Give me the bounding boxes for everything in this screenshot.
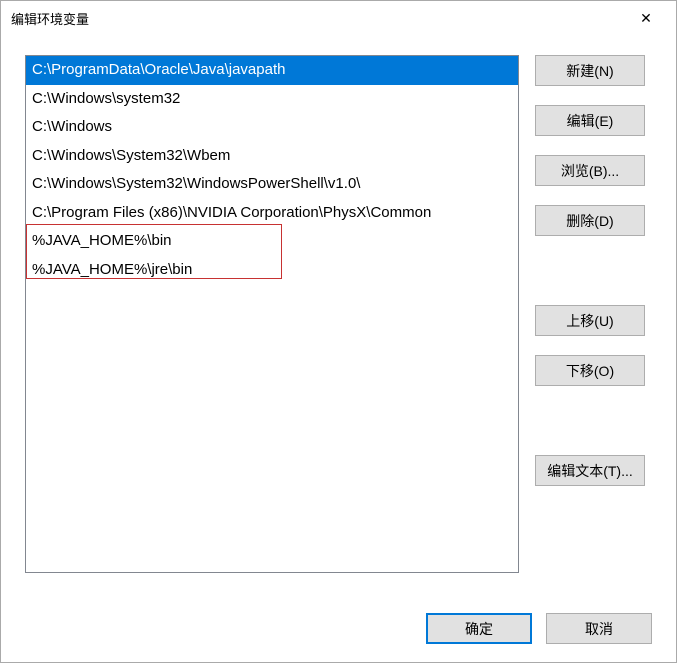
ok-button[interactable]: 确定 bbox=[426, 613, 532, 644]
path-list[interactable]: C:\ProgramData\Oracle\Java\javapathC:\Wi… bbox=[25, 55, 519, 573]
close-icon: ✕ bbox=[640, 11, 652, 25]
list-item[interactable]: %JAVA_HOME%\jre\bin bbox=[26, 256, 518, 285]
list-item[interactable]: C:\Windows\System32\Wbem bbox=[26, 142, 518, 171]
edittext-button[interactable]: 编辑文本(T)... bbox=[535, 455, 645, 486]
delete-button[interactable]: 删除(D) bbox=[535, 205, 645, 236]
list-item[interactable]: C:\Windows\system32 bbox=[26, 85, 518, 114]
edit-button[interactable]: 编辑(E) bbox=[535, 105, 645, 136]
list-item[interactable]: C:\Program Files (x86)\NVIDIA Corporatio… bbox=[26, 199, 518, 228]
list-item[interactable]: C:\ProgramData\Oracle\Java\javapath bbox=[26, 56, 518, 85]
cancel-button[interactable]: 取消 bbox=[546, 613, 652, 644]
window-title: 编辑环境变量 bbox=[11, 9, 89, 28]
browse-button[interactable]: 浏览(B)... bbox=[535, 155, 645, 186]
list-item[interactable]: C:\Windows bbox=[26, 113, 518, 142]
titlebar: 编辑环境变量 ✕ bbox=[1, 1, 676, 35]
dialog-body: C:\ProgramData\Oracle\Java\javapathC:\Wi… bbox=[1, 35, 676, 662]
moveup-button[interactable]: 上移(U) bbox=[535, 305, 645, 336]
movedown-button[interactable]: 下移(O) bbox=[535, 355, 645, 386]
edit-environment-variable-dialog: 编辑环境变量 ✕ C:\ProgramData\Oracle\Java\java… bbox=[0, 0, 677, 663]
main-row: C:\ProgramData\Oracle\Java\javapathC:\Wi… bbox=[25, 55, 652, 593]
new-button[interactable]: 新建(N) bbox=[535, 55, 645, 86]
dialog-footer: 确定 取消 bbox=[25, 593, 652, 644]
list-item[interactable]: %JAVA_HOME%\bin bbox=[26, 227, 518, 256]
list-item[interactable]: C:\Windows\System32\WindowsPowerShell\v1… bbox=[26, 170, 518, 199]
side-button-column: 新建(N) 编辑(E) 浏览(B)... 删除(D) 上移(U) 下移(O) 编… bbox=[535, 55, 645, 593]
close-button[interactable]: ✕ bbox=[624, 1, 668, 35]
